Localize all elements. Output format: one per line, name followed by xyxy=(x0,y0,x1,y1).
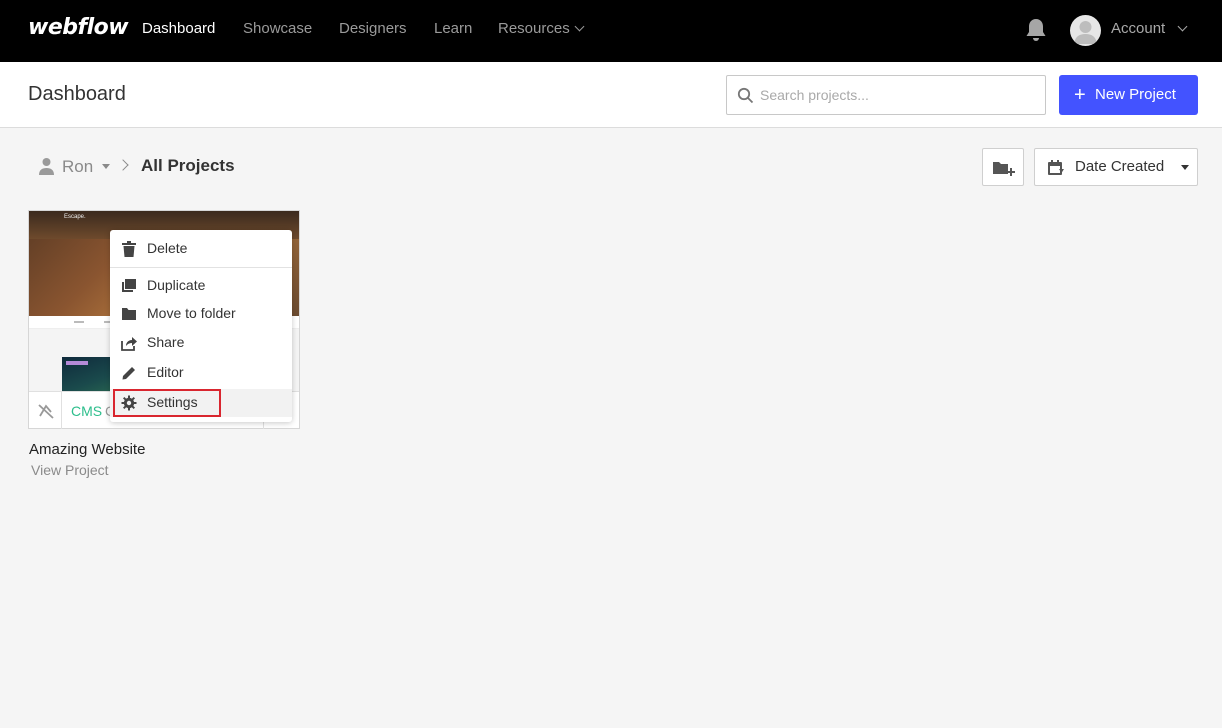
user-avatar-icon xyxy=(1074,21,1097,44)
search-box[interactable] xyxy=(726,75,1046,115)
menu-item-duplicate[interactable]: Duplicate xyxy=(110,272,292,300)
unpublished-cell[interactable] xyxy=(29,392,62,429)
nav-resources[interactable]: Resources xyxy=(498,20,585,37)
project-title[interactable]: Amazing Website xyxy=(29,441,145,458)
chevron-down-icon xyxy=(1177,21,1188,32)
account-menu[interactable]: Account xyxy=(1111,20,1165,37)
context-menu: Delete Duplicate Move to folder Share Ed… xyxy=(110,230,292,422)
new-project-button[interactable]: + New Project xyxy=(1059,75,1198,115)
menu-item-label: Delete xyxy=(147,240,188,256)
page-title: Dashboard xyxy=(28,83,126,105)
breadcrumb-current: All Projects xyxy=(141,156,235,175)
thumbnail-card-image xyxy=(62,357,117,391)
top-nav: webflow Dashboard Showcase Designers Lea… xyxy=(0,0,1222,62)
menu-divider xyxy=(110,267,292,268)
search-input[interactable] xyxy=(760,76,1040,114)
nav-designers[interactable]: Designers xyxy=(339,20,407,37)
pencil-icon xyxy=(122,367,135,380)
menu-item-settings[interactable]: Settings xyxy=(110,389,292,417)
page-header: Dashboard + New Project xyxy=(0,62,1222,128)
new-folder-button[interactable] xyxy=(982,148,1024,186)
share-icon xyxy=(121,337,137,351)
view-project-link[interactable]: View Project xyxy=(31,462,109,478)
menu-item-editor[interactable]: Editor xyxy=(110,359,292,387)
menu-item-label: Editor xyxy=(147,364,184,380)
user-icon xyxy=(39,158,54,175)
menu-item-label: Duplicate xyxy=(147,277,206,293)
search-icon xyxy=(737,87,754,104)
nav-dashboard[interactable]: Dashboard xyxy=(142,20,215,37)
chevron-down-icon xyxy=(574,21,585,32)
sort-label: Date Created xyxy=(1075,158,1165,175)
caret-down-icon xyxy=(1181,165,1189,170)
nav-showcase[interactable]: Showcase xyxy=(243,20,312,37)
nav-learn[interactable]: Learn xyxy=(434,20,472,37)
folder-icon xyxy=(122,308,136,320)
menu-item-label: Settings xyxy=(147,394,198,410)
menu-item-label: Move to folder xyxy=(147,305,236,321)
sort-dropdown[interactable]: Date Created xyxy=(1034,148,1198,186)
breadcrumb-user[interactable]: Ron xyxy=(62,157,93,177)
nav-resources-label: Resources xyxy=(498,20,570,37)
avatar[interactable] xyxy=(1070,15,1101,46)
folder-plus-icon xyxy=(993,162,1015,176)
calendar-sort-icon xyxy=(1048,160,1064,175)
menu-item-label: Share xyxy=(147,334,185,350)
menu-item-delete[interactable]: Delete xyxy=(110,235,292,263)
duplicate-icon xyxy=(122,279,136,292)
cms-badge: CMS xyxy=(71,403,103,419)
menu-item-move-to-folder[interactable]: Move to folder xyxy=(110,300,292,328)
bell-icon[interactable] xyxy=(1024,17,1048,43)
trash-icon xyxy=(122,241,136,257)
plus-icon: + xyxy=(1074,84,1086,106)
webflow-logo[interactable]: webflow xyxy=(28,15,129,40)
caret-down-icon[interactable] xyxy=(102,164,110,169)
gear-icon xyxy=(121,395,137,411)
new-project-label: New Project xyxy=(1095,86,1176,103)
chevron-right-icon xyxy=(117,159,129,171)
unpublished-icon xyxy=(38,404,54,419)
menu-item-share[interactable]: Share xyxy=(110,329,292,357)
thumbnail-text: Escape. xyxy=(64,214,86,220)
